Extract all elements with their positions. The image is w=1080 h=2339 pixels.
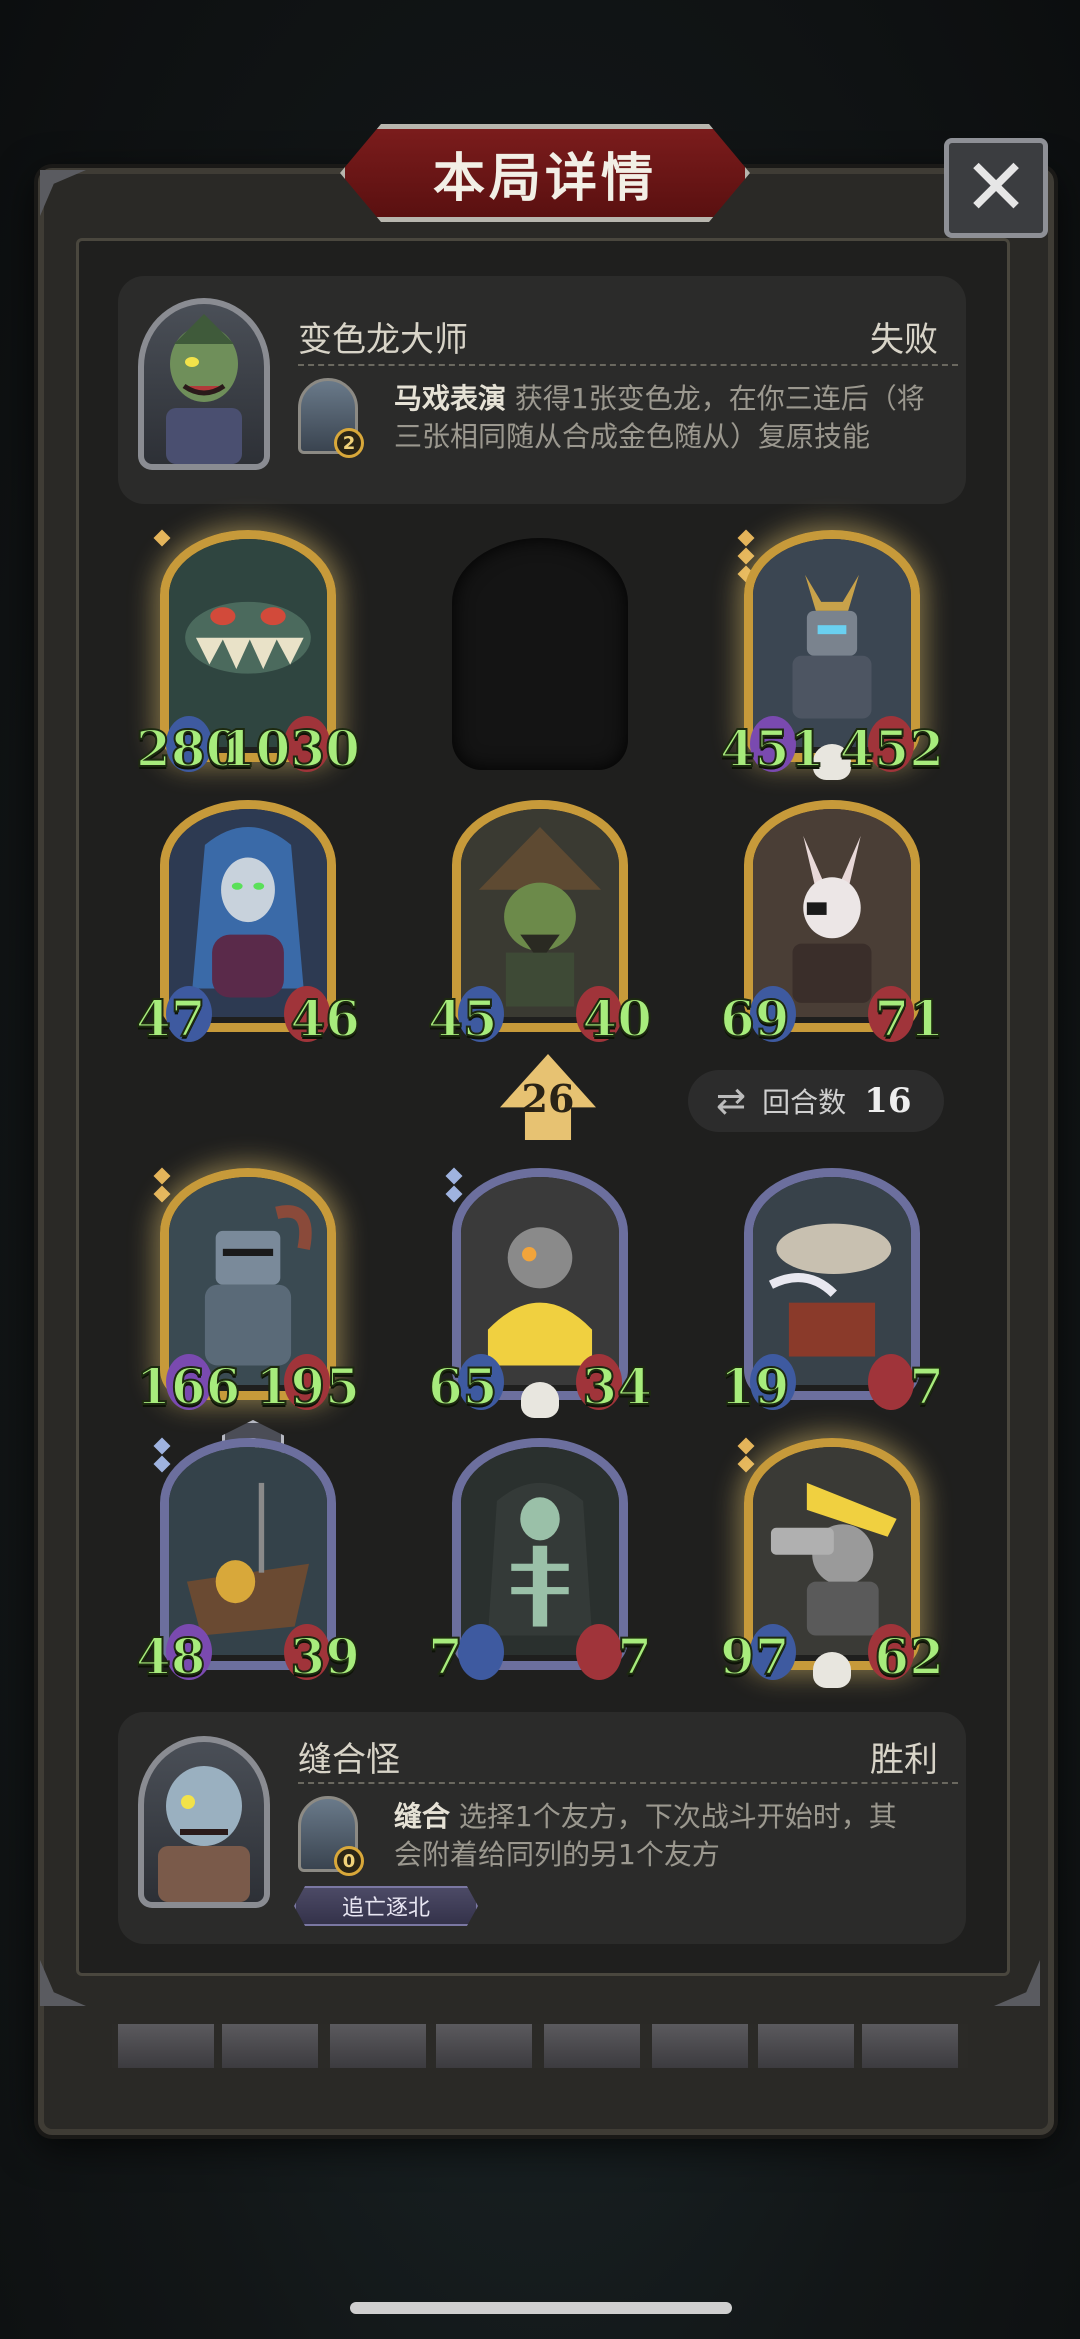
health-value: 39 [289,1626,361,1687]
hero-tag: 追亡逐北 [294,1886,478,1926]
player-hero-name: 缝合怪 [298,1740,400,1780]
skill-desc-line1: 获得1张变色龙，在你三连后（将 [514,382,925,415]
minion-card[interactable]: 45 40 [427,800,653,1049]
history-thumbnail [222,2024,318,2068]
health-value: 46 [289,988,361,1049]
player-hero-portrait[interactable] [138,1736,270,1908]
minion-card[interactable]: 65 34 [427,1167,653,1418]
attack-value: 47 [135,988,207,1049]
attack-value: 69 [719,988,791,1049]
health-value: 452 [839,718,945,779]
minion-card[interactable]: 280 1030 [135,529,361,779]
attack-value: 48 [135,1626,207,1687]
minion-card[interactable]: 47 46 [135,800,361,1049]
divider [298,364,958,366]
divider [298,1782,958,1784]
attack-value: 45 [427,988,499,1049]
health-value: 34 [581,1356,653,1417]
minion-card[interactable]: 166 195 [135,1167,361,1417]
history-thumbnail [652,2024,748,2068]
history-thumbnail [118,2024,214,2068]
opponent-result: 失败 [870,320,938,360]
history-thumbnail [862,2024,958,2068]
round-label: 回合数 [762,1086,847,1119]
skill-cost-badge: 2 [334,428,364,458]
title-banner: 本局详情 [340,124,750,222]
minion-card[interactable]: 451 452 [719,529,945,780]
attack-value: 7 [427,1626,464,1687]
health-value: 7 [616,1626,653,1687]
close-icon: ✕ [963,143,1029,233]
health-value: 1030 [220,718,361,779]
minion-card[interactable]: 7 7 [427,1438,653,1687]
minion-card[interactable]: 69 71 [719,800,945,1049]
minion-card[interactable]: 19 7 [719,1168,945,1417]
attack-value: 19 [719,1356,791,1417]
hero-skill-description: 马戏表演 获得1张变色龙，在你三连后（将 三张相同随从合成金色随从）复原技能 [394,380,954,456]
round-value: 16 [864,1081,912,1121]
minion-card[interactable]: 97 62 [719,1437,945,1688]
history-thumbnail [758,2024,854,2068]
attack-value: 65 [427,1356,499,1417]
stitched-monster-portrait-icon [158,1766,250,1902]
health-value: 71 [873,988,945,1049]
history-thumbnail [330,2024,426,2068]
player-result: 胜利 [870,1740,938,1780]
attack-value: 97 [719,1626,791,1687]
opponent-hero-name: 变色龙大师 [298,320,468,360]
history-thumbnail [544,2024,640,2068]
refresh-icon: ⇄ [716,1080,747,1122]
close-button[interactable]: ✕ [944,138,1048,238]
damage-value: 26 [521,1076,575,1121]
skill-desc-line2: 会附着给同列的另1个友方 [394,1838,720,1871]
health-value: 7 [908,1356,945,1417]
skull-icon [813,1652,851,1688]
health-value: 40 [581,988,653,1049]
empty-minion-slot [452,538,628,770]
opponent-hero-portrait[interactable] [138,298,270,470]
health-value: 62 [873,1626,945,1687]
page-title: 本局详情 [432,148,657,209]
skill-desc-line1: 选择1个友方，下次战斗开始时，其 [458,1800,897,1833]
round-counter: ⇄ 回合数 16 [688,1070,944,1132]
health-value: 195 [255,1356,361,1417]
history-thumbnail [436,2024,532,2068]
minion-card[interactable]: 48 39 [135,1437,361,1687]
home-indicator [350,2302,732,2314]
skill-name: 缝合 [394,1800,451,1833]
skull-icon [521,1382,559,1418]
hero-skill-description: 缝合 选择1个友方，下次战斗开始时，其 会附着给同列的另1个友方 [394,1798,954,1874]
chameleon-portrait-icon [166,314,242,464]
skill-name: 马戏表演 [394,382,507,415]
skill-desc-line2: 三张相同随从合成金色随从）复原技能 [394,420,871,453]
attack-value: 166 [135,1356,241,1417]
attack-value: 451 [719,718,825,779]
skill-cost-badge: 0 [334,1846,364,1876]
